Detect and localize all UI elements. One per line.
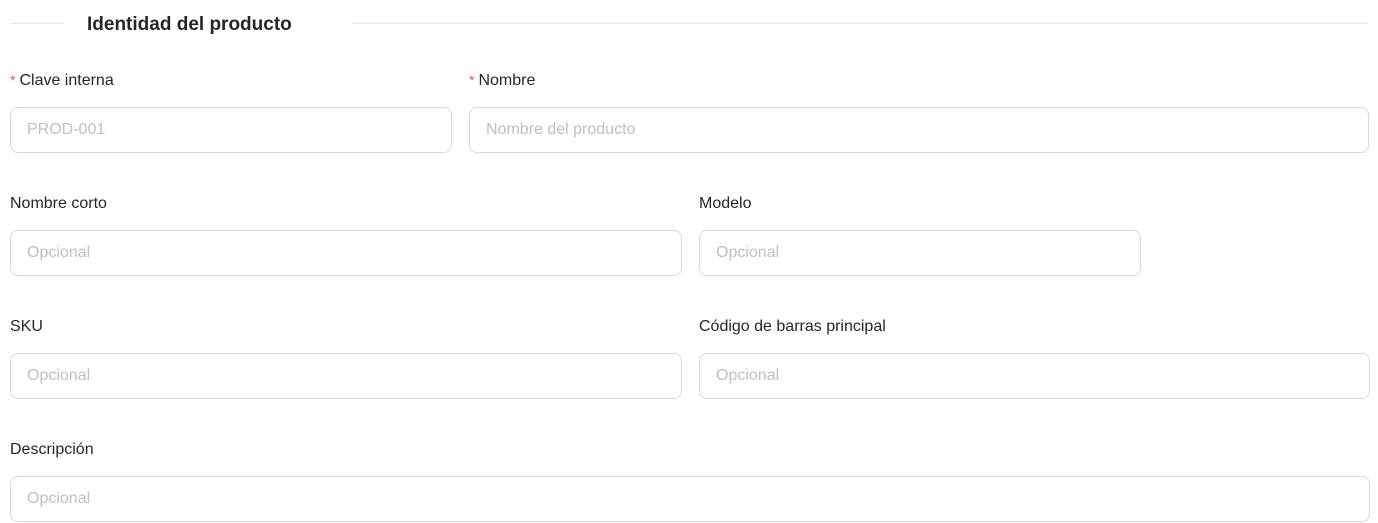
nombre-input[interactable] bbox=[469, 107, 1369, 153]
descripcion-field: Descripción bbox=[10, 441, 1370, 523]
nombre-corto-label: Nombre corto bbox=[10, 195, 107, 212]
sku-label: SKU bbox=[10, 318, 43, 335]
descripcion-input[interactable] bbox=[10, 476, 1370, 522]
section-header: Identidad del producto bbox=[0, 10, 1378, 38]
modelo-input[interactable] bbox=[699, 230, 1141, 276]
nombre-field: * Nombre bbox=[469, 72, 1369, 154]
modelo-field: Modelo bbox=[699, 195, 1141, 277]
sku-input[interactable] bbox=[10, 353, 682, 399]
section-title: Identidad del producto bbox=[87, 14, 292, 35]
required-mark: * bbox=[10, 72, 16, 88]
sku-field: SKU bbox=[10, 318, 682, 400]
nombre-label: * Nombre bbox=[469, 72, 536, 89]
descripcion-label: Descripción bbox=[10, 441, 94, 458]
codigo-barras-field: Código de barras principal bbox=[699, 318, 1370, 400]
clave-interna-input[interactable] bbox=[10, 107, 452, 153]
clave-interna-label: * Clave interna bbox=[10, 72, 114, 89]
codigo-barras-input[interactable] bbox=[699, 353, 1370, 399]
section-divider-right bbox=[352, 23, 1368, 24]
required-mark: * bbox=[469, 72, 475, 88]
clave-interna-field: * Clave interna bbox=[10, 72, 452, 154]
nombre-corto-field: Nombre corto bbox=[10, 195, 682, 277]
codigo-barras-label: Código de barras principal bbox=[699, 318, 886, 335]
section-divider-left bbox=[10, 23, 64, 24]
modelo-label: Modelo bbox=[699, 195, 752, 212]
nombre-corto-input[interactable] bbox=[10, 230, 682, 276]
